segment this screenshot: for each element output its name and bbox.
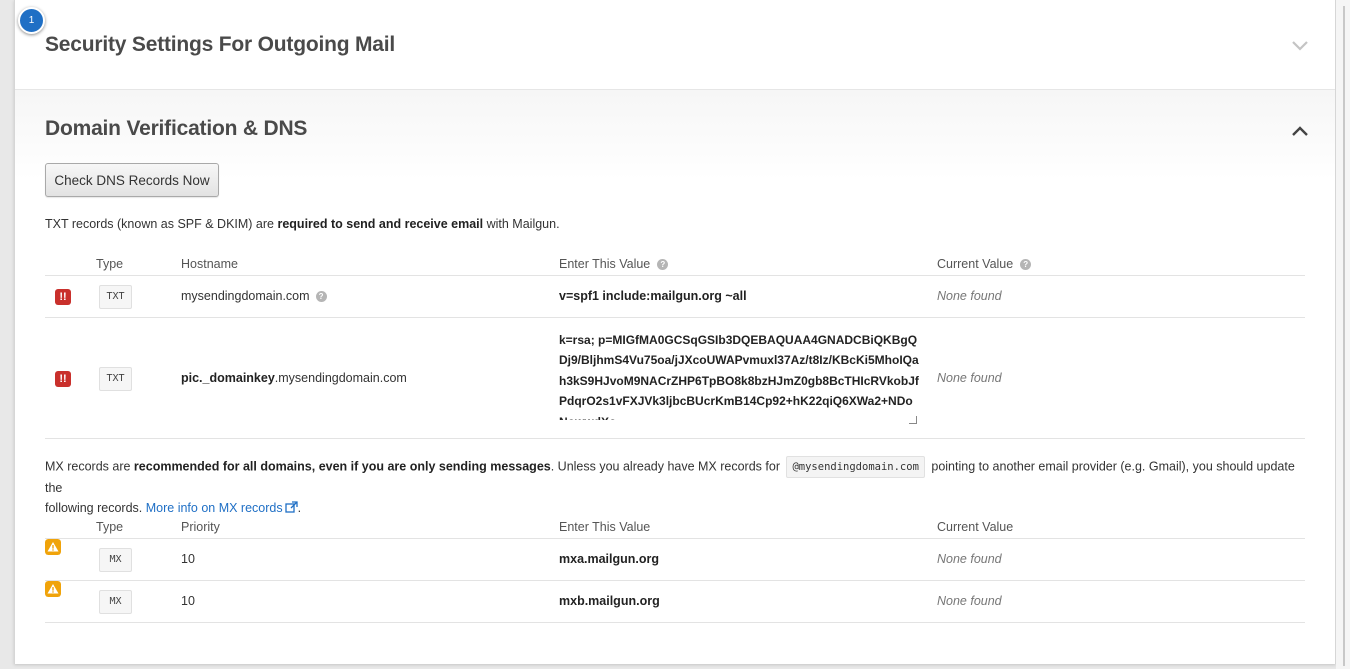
dkim-value-textarea[interactable]: k=rsa; p=MIGfMA0GCSqGSIb3DQEBAQUAA4GNADC…: [559, 330, 921, 420]
record-type: MX: [99, 590, 132, 614]
current-value-cell: None found: [937, 594, 1002, 608]
header-enter-value: Enter This Value?: [559, 257, 669, 271]
chevron-up-icon[interactable]: [1290, 124, 1310, 138]
section-title-dns: Domain Verification & DNS: [45, 117, 308, 140]
txt-records-intro: TXT records (known as SPF & DKIM) are re…: [45, 217, 560, 231]
table-row: !! TXT mysendingdomain.com? v=spf1 inclu…: [45, 276, 1305, 318]
priority-cell: 10: [181, 594, 195, 608]
section-domain-verification: Domain Verification & DNS Check DNS Reco…: [15, 90, 1335, 664]
record-type: TXT: [99, 367, 132, 391]
chevron-down-icon[interactable]: [1290, 39, 1310, 53]
check-dns-records-button[interactable]: Check DNS Records Now: [45, 163, 219, 197]
table-row: MX 10 mxa.mailgun.org None found: [45, 539, 1305, 581]
error-icon: !!: [55, 289, 71, 305]
hostname-cell: mysendingdomain.com?: [181, 289, 327, 303]
section-security-settings-header[interactable]: Security Settings For Outgoing Mail: [15, 0, 1335, 90]
table-header: Type Hostname Enter This Value? Current …: [45, 254, 1305, 276]
table-header: Type Priority Enter This Value Current V…: [45, 517, 1305, 539]
mx-records-intro: MX records are recommended for all domai…: [45, 456, 1307, 518]
table-row: MX 10 mxb.mailgun.org None found: [45, 581, 1305, 623]
help-icon[interactable]: ?: [1020, 259, 1032, 271]
record-type: TXT: [99, 285, 132, 309]
error-icon: !!: [55, 371, 71, 387]
priority-cell: 10: [181, 552, 195, 566]
header-type: Type: [96, 520, 124, 534]
header-priority: Priority: [181, 520, 220, 534]
header-type: Type: [96, 257, 124, 271]
hostname-cell: pic._domainkey.mysendingdomain.com: [181, 371, 407, 385]
section-title-security: Security Settings For Outgoing Mail: [45, 33, 396, 56]
help-icon[interactable]: ?: [657, 259, 669, 271]
header-current-value: Current Value?: [937, 257, 1032, 271]
header-hostname: Hostname: [181, 257, 238, 271]
table-row: !! TXT pic._domainkey.mysendingdomain.co…: [45, 318, 1305, 439]
enter-value-cell[interactable]: mxa.mailgun.org: [559, 552, 659, 566]
scrollbar-track[interactable]: [1343, 6, 1345, 666]
current-value-cell: None found: [937, 552, 1002, 566]
header-current-value: Current Value: [937, 520, 1014, 534]
app-frame: Security Settings For Outgoing Mail Doma…: [14, 0, 1336, 664]
textarea-resize-handle[interactable]: [909, 416, 917, 424]
current-value-cell: None found: [937, 289, 1002, 303]
help-icon[interactable]: ?: [315, 291, 327, 303]
warning-icon: [45, 539, 61, 555]
enter-value-cell[interactable]: v=spf1 include:mailgun.org ~all: [559, 289, 747, 303]
external-link-icon[interactable]: [284, 501, 298, 513]
current-value-cell: None found: [937, 371, 1002, 385]
mx-info-link[interactable]: More info on MX records: [146, 501, 298, 515]
step-number-badge: 1: [18, 7, 45, 34]
header-enter-value: Enter This Value: [559, 520, 651, 534]
domain-code-chip: @mysendingdomain.com: [786, 456, 925, 478]
record-type: MX: [99, 548, 132, 572]
warning-icon: [45, 581, 61, 597]
enter-value-cell[interactable]: mxb.mailgun.org: [559, 594, 660, 608]
